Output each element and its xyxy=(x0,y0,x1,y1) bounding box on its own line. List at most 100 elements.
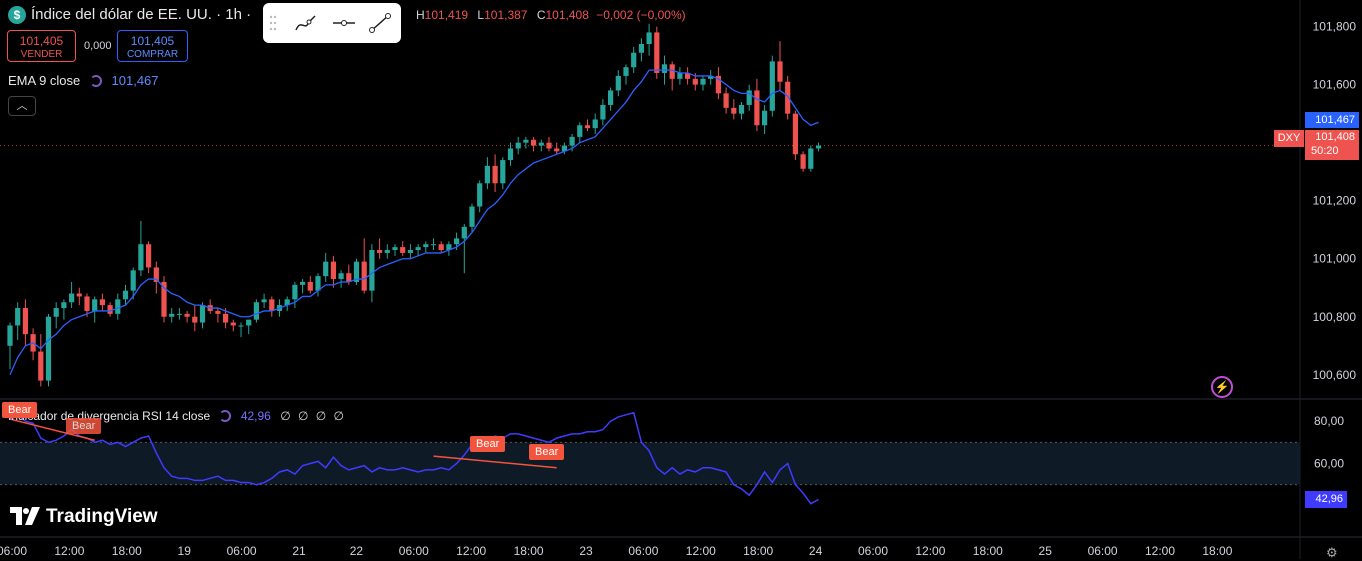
candle-body xyxy=(7,325,13,346)
time-tick-label: 12:00 xyxy=(54,544,84,558)
time-tick-label: 19 xyxy=(178,544,192,558)
candle-body xyxy=(392,247,398,251)
time-tick-label: 12:00 xyxy=(915,544,945,558)
candle-body xyxy=(762,110,768,126)
candle-body xyxy=(323,261,329,277)
candle-body xyxy=(246,319,252,326)
candle-body xyxy=(608,90,614,105)
candle-body xyxy=(754,90,760,126)
candle-body xyxy=(53,308,59,317)
tradingview-logo: TradingView xyxy=(10,506,158,528)
candle-body xyxy=(238,325,244,327)
sell-button[interactable]: 101,405 VENDER xyxy=(7,30,76,62)
candle-body xyxy=(800,154,806,169)
chart-canvas[interactable]: 101,800101,600101,400101,200101,000100,8… xyxy=(0,0,1362,559)
candle-body xyxy=(738,104,745,114)
buy-price: 101,405 xyxy=(130,34,175,48)
candle-body xyxy=(384,250,390,253)
spread-value: 0,000 xyxy=(84,40,112,52)
price-tick-label: 101,600 xyxy=(1313,78,1357,92)
time-tick-label: 12:00 xyxy=(686,544,716,558)
price-tick-label: 100,800 xyxy=(1313,310,1357,324)
candle-body xyxy=(338,273,344,280)
rsi-label: Indicador de divergencia RSI 14 close xyxy=(8,409,211,423)
candle-body xyxy=(61,302,67,309)
candle-body xyxy=(169,313,175,317)
time-tick-label: 18:00 xyxy=(1202,544,1232,558)
price-tick-label: 100,600 xyxy=(1313,368,1357,382)
time-tick-label: 06:00 xyxy=(858,544,888,558)
candle-body xyxy=(615,75,621,91)
horizontal-line-tool-icon[interactable] xyxy=(331,12,357,34)
candle-body xyxy=(654,32,660,74)
time-tick-label: 23 xyxy=(579,544,593,558)
candle-body xyxy=(600,104,606,120)
candle-body xyxy=(107,305,113,314)
candle-body xyxy=(477,183,483,207)
time-tick-label: 06:00 xyxy=(628,544,658,558)
price-tick-label: 101,800 xyxy=(1313,20,1357,34)
candle-body xyxy=(669,64,675,79)
rsi-band xyxy=(0,442,1300,485)
ema-legend[interactable]: EMA 9 close 101,467 xyxy=(8,73,159,88)
candle-body xyxy=(461,226,467,239)
lightning-icon[interactable]: ⚡ xyxy=(1211,376,1233,398)
candle-body xyxy=(538,142,544,146)
time-tick-label: 06:00 xyxy=(227,544,257,558)
collapse-legend-button[interactable]: ︿ xyxy=(8,96,36,116)
rsi-legend[interactable]: Indicador de divergencia RSI 14 close 42… xyxy=(8,409,346,423)
candle-body xyxy=(769,61,775,111)
ohlc-l: 101,387 xyxy=(484,8,528,22)
candle-body xyxy=(45,316,52,381)
candle-body xyxy=(723,93,729,108)
candle-body xyxy=(269,299,275,311)
time-tick-label: 22 xyxy=(350,544,364,558)
candle-body xyxy=(369,250,375,291)
candle-body xyxy=(377,250,383,253)
ohlc-h-label: H xyxy=(416,8,425,22)
candle-body xyxy=(215,310,221,314)
candle-body xyxy=(400,247,406,253)
curve-tool-icon[interactable] xyxy=(293,12,319,34)
time-tick-label: 06:00 xyxy=(0,544,27,558)
time-tick-label: 18:00 xyxy=(112,544,142,558)
chevron-up-icon: ︿ xyxy=(16,100,28,112)
ohlc-c: 101,408 xyxy=(545,8,589,22)
candle-body xyxy=(500,160,506,184)
rsi-tick-label: 60,00 xyxy=(1314,457,1344,471)
candle-body xyxy=(792,113,798,155)
symbol-tag: DXY xyxy=(1274,130,1304,147)
candle-body xyxy=(454,238,460,245)
loop-icon[interactable] xyxy=(219,410,232,422)
candle-body xyxy=(84,296,90,311)
candle-body xyxy=(223,313,229,323)
loop-icon[interactable] xyxy=(89,75,102,87)
candle-body xyxy=(184,313,190,317)
candle-body xyxy=(492,165,498,184)
candle-body xyxy=(261,299,267,303)
candle-body xyxy=(199,305,206,323)
candle-body xyxy=(646,32,652,45)
candle-body xyxy=(192,316,198,323)
candle-body xyxy=(76,293,82,297)
time-tick-label: 12:00 xyxy=(456,544,486,558)
candle-body xyxy=(292,284,298,300)
candle-body xyxy=(300,281,306,285)
candle-body xyxy=(361,261,367,291)
candle-body xyxy=(661,64,668,74)
candle-body xyxy=(808,148,814,169)
candle-body xyxy=(407,250,413,253)
drag-handle-icon[interactable] xyxy=(268,12,278,34)
candle-body xyxy=(130,270,136,291)
candle-body xyxy=(307,281,313,291)
time-tick-label: 06:00 xyxy=(399,544,429,558)
symbol-title[interactable]: Índice del dólar de EE. UU. · 1h · xyxy=(31,6,251,23)
trend-line-tool-icon[interactable] xyxy=(367,12,393,34)
candle-body xyxy=(92,299,98,311)
candle-body xyxy=(623,67,629,76)
time-tick-label: 24 xyxy=(809,544,823,558)
buy-button[interactable]: 101,405 COMPRAR xyxy=(117,30,188,62)
candle-body xyxy=(176,313,182,315)
time-tick-label: 25 xyxy=(1039,544,1053,558)
bear-label: Bear xyxy=(2,402,38,418)
